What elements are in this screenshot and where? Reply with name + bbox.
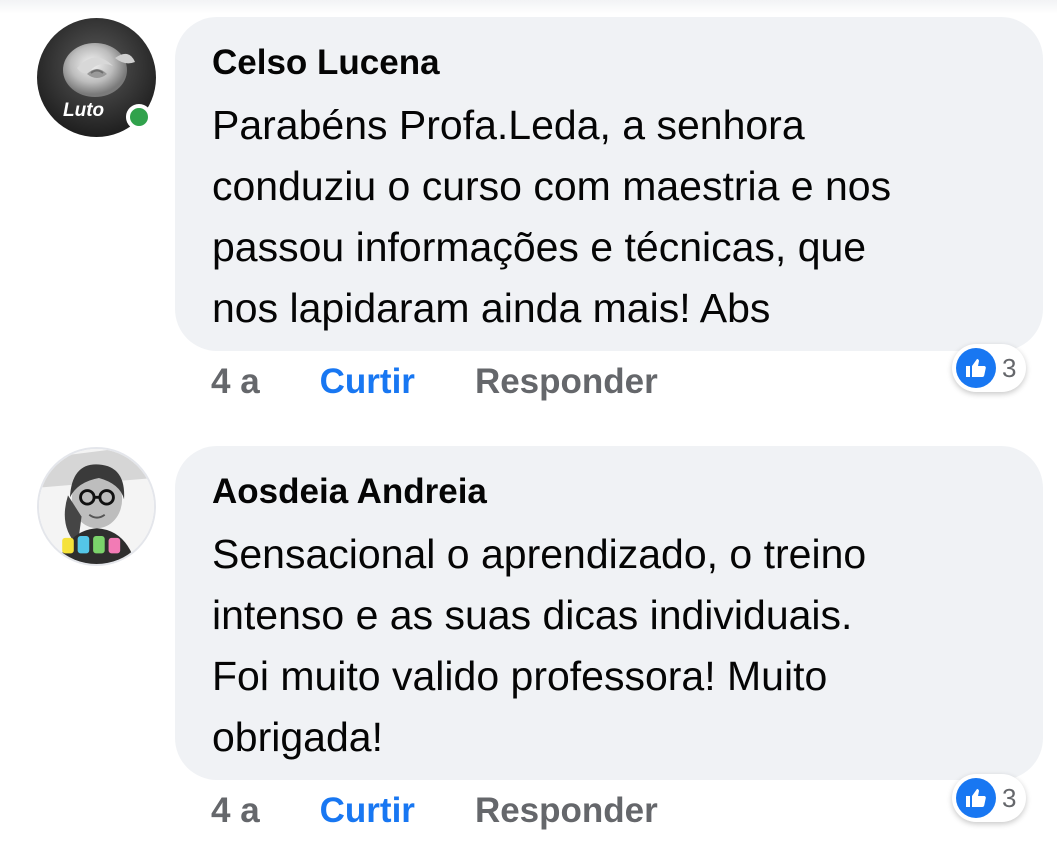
comment-text: Sensacional o aprendizado, o treino inte…	[212, 531, 867, 760]
comment-actions: 4 a Curtir Responder	[211, 362, 658, 402]
comment-bubble: Aosdeia Andreia Sensacional o aprendizad…	[175, 446, 1043, 780]
reaction-summary[interactable]: 3	[952, 774, 1027, 822]
comment-text: Parabéns Profa.Leda, a senhora conduziu …	[212, 102, 892, 331]
comment-author[interactable]: Aosdeia Andreia	[212, 472, 1013, 512]
comment-timestamp[interactable]: 4 a	[211, 362, 260, 402]
avatar[interactable]	[37, 447, 156, 566]
comment-timestamp[interactable]: 4 a	[211, 791, 260, 831]
portrait-avatar-image	[39, 449, 154, 564]
reaction-count: 3	[1002, 782, 1017, 813]
comments-thread: Luto Celso Lucena Parabéns Profa.Leda, a…	[0, 0, 1057, 842]
online-status-dot	[126, 104, 152, 130]
thumbs-up-icon	[956, 778, 996, 818]
thumbs-up-icon	[956, 348, 996, 388]
reply-button[interactable]: Responder	[475, 791, 658, 831]
reaction-summary[interactable]: 3	[952, 344, 1027, 392]
avatar-label: Luto	[63, 100, 105, 121]
comment-author[interactable]: Celso Lucena	[212, 43, 1013, 83]
like-button[interactable]: Curtir	[320, 362, 415, 402]
comment-actions: 4 a Curtir Responder	[211, 791, 658, 831]
like-button[interactable]: Curtir	[320, 791, 415, 831]
reaction-count: 3	[1002, 352, 1017, 383]
reply-button[interactable]: Responder	[475, 362, 658, 402]
comment-bubble: Celso Lucena Parabéns Profa.Leda, a senh…	[175, 17, 1043, 351]
